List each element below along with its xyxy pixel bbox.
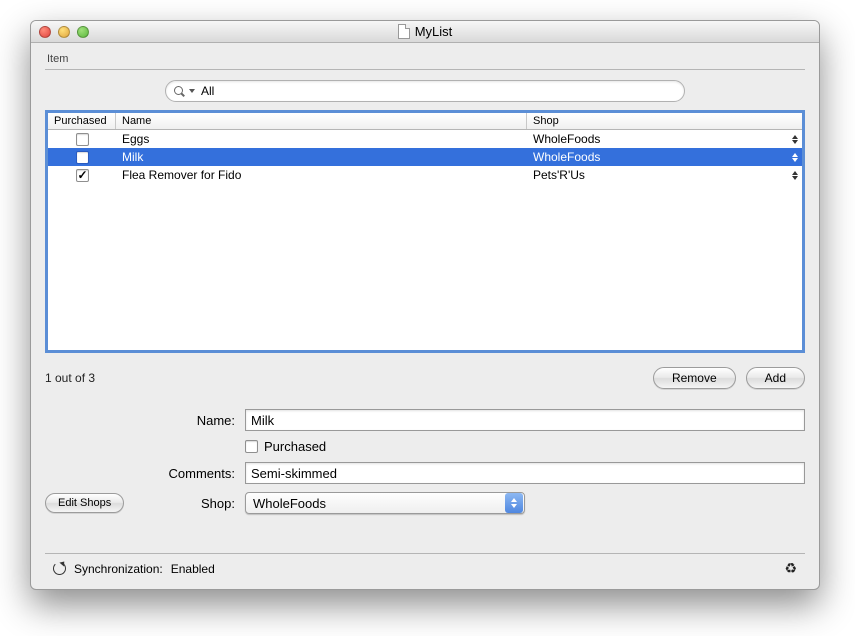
table-row[interactable]: Milk WholeFoods xyxy=(48,148,802,166)
row-shop: Pets'R'Us xyxy=(533,168,585,182)
search-menu-icon[interactable] xyxy=(189,89,195,93)
row-purchased-checkbox[interactable] xyxy=(76,133,89,146)
window-title: MyList xyxy=(415,24,453,39)
column-header-shop[interactable]: Shop xyxy=(527,113,802,129)
sync-label: Synchronization: xyxy=(74,562,163,576)
row-name: Eggs xyxy=(116,132,527,146)
column-header-name[interactable]: Name xyxy=(116,113,527,129)
items-table: Purchased Name Shop Eggs WholeFoods Milk Wh… xyxy=(45,110,805,353)
remove-button[interactable]: Remove xyxy=(653,367,736,389)
close-window-button[interactable] xyxy=(39,26,51,38)
search-input[interactable] xyxy=(201,84,676,98)
row-shop-stepper-icon[interactable] xyxy=(792,153,798,162)
group-label-item: Item xyxy=(47,53,805,65)
row-shop: WholeFoods xyxy=(533,150,600,164)
name-field[interactable] xyxy=(245,409,805,431)
search-field[interactable] xyxy=(165,80,685,102)
row-shop: WholeFoods xyxy=(533,132,600,146)
recycle-icon[interactable]: ♻ xyxy=(784,560,797,577)
content-area: Item Purchased Name Shop EggsWholeFoodsM… xyxy=(31,43,819,589)
shop-popup-value: WholeFoods xyxy=(246,496,505,511)
table-body[interactable]: Eggs WholeFoods Milk WholeFoods Flea Remover… xyxy=(48,130,802,350)
zoom-window-button[interactable] xyxy=(77,26,89,38)
minimize-window-button[interactable] xyxy=(58,26,70,38)
purchased-checkbox[interactable] xyxy=(245,440,258,453)
row-name: Flea Remover for Fido xyxy=(116,168,527,182)
selection-count: 1 out of 3 xyxy=(45,371,95,385)
row-purchased-checkbox[interactable] xyxy=(76,151,89,164)
sync-value: Enabled xyxy=(171,562,215,576)
column-header-purchased[interactable]: Purchased xyxy=(48,113,116,129)
window-controls xyxy=(39,26,89,38)
add-button[interactable]: Add xyxy=(746,367,805,389)
table-row[interactable]: Flea Remover for Fido Pets'R'Us xyxy=(48,166,802,184)
comments-label: Comments: xyxy=(45,466,245,481)
row-shop-stepper-icon[interactable] xyxy=(792,135,798,144)
purchased-label: Purchased xyxy=(264,439,326,454)
app-window: MyList Item Purchased Name Shop Eggs Whol… xyxy=(30,20,820,590)
status-bar: Synchronization: Enabled ♻ xyxy=(45,553,805,581)
search-icon xyxy=(174,86,185,97)
row-purchased-checkbox[interactable] xyxy=(76,169,89,182)
popup-arrows-icon xyxy=(505,493,523,513)
edit-shops-button[interactable]: Edit Shops xyxy=(45,493,124,513)
table-header: Purchased Name Shop xyxy=(48,113,802,130)
refresh-icon[interactable] xyxy=(53,562,66,575)
comments-field[interactable] xyxy=(245,462,805,484)
name-label: Name: xyxy=(45,413,245,428)
shop-label: Shop: xyxy=(201,496,245,511)
shop-popup[interactable]: WholeFoods xyxy=(245,492,525,514)
row-name: Milk xyxy=(116,150,527,164)
table-row[interactable]: Eggs WholeFoods xyxy=(48,130,802,148)
row-shop-stepper-icon[interactable] xyxy=(792,171,798,180)
titlebar: MyList xyxy=(31,21,819,43)
document-icon xyxy=(398,24,410,39)
